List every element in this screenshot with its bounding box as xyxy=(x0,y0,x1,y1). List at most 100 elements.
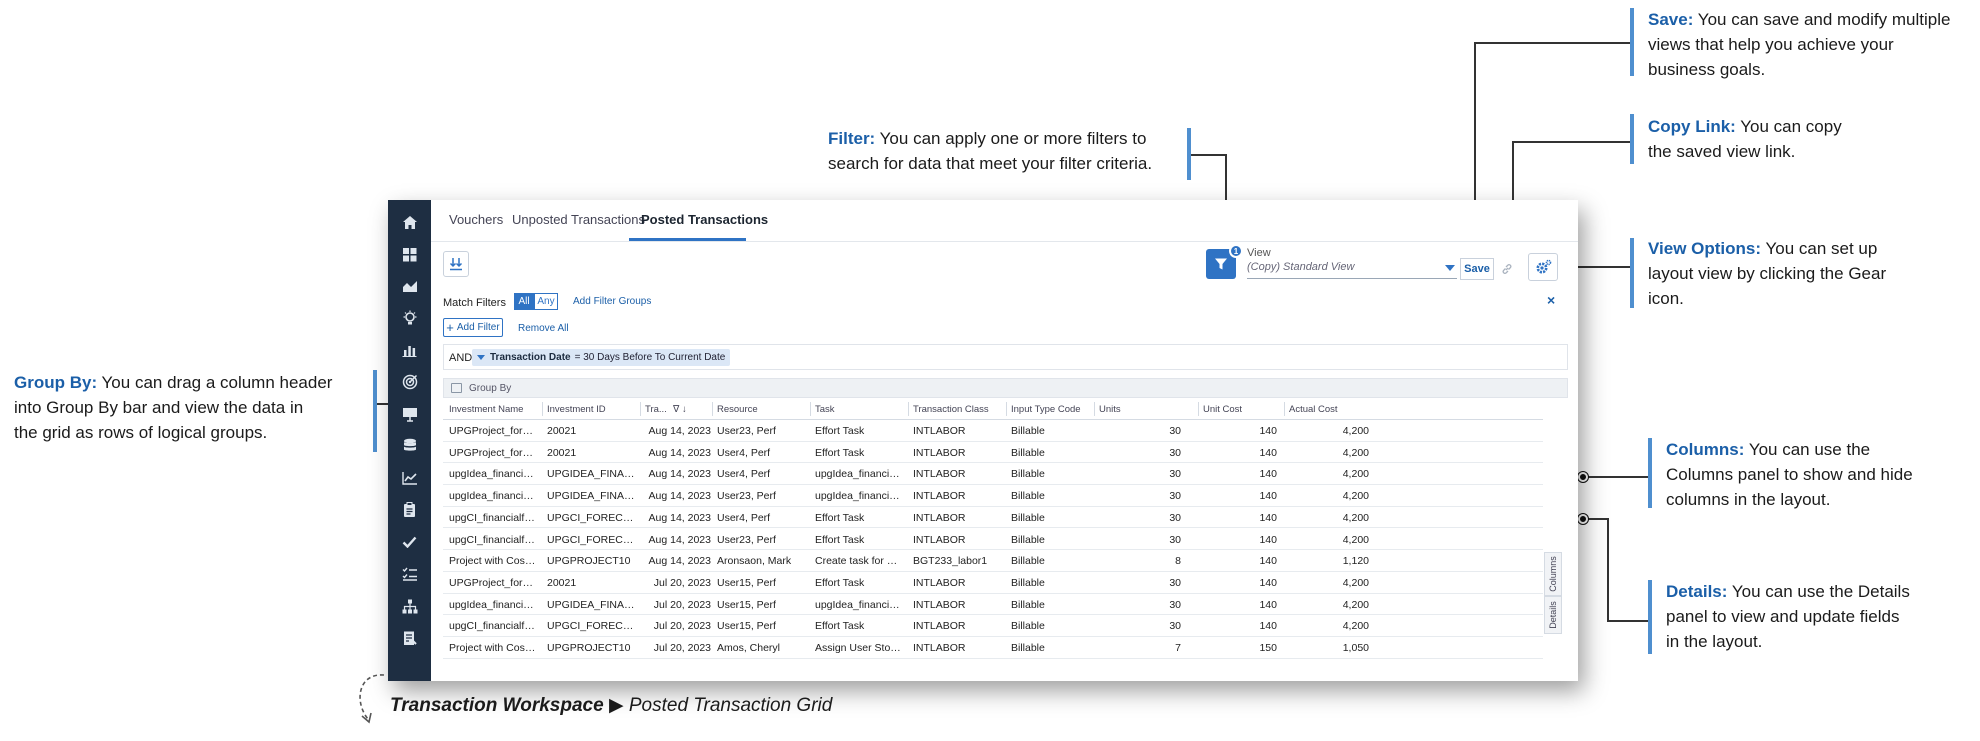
close-icon[interactable]: × xyxy=(1547,292,1555,308)
bar-chart-icon[interactable] xyxy=(388,338,431,362)
add-filter-groups-link[interactable]: Add Filter Groups xyxy=(573,296,651,307)
details-panel-tab[interactable]: Details xyxy=(1544,596,1562,634)
table-cell: Billable xyxy=(1011,620,1045,633)
table-cell: UPGCI_FORECAST xyxy=(547,620,635,633)
table-row[interactable]: upgCI_financialfore... UPGCI_FORECAST Jul … xyxy=(443,615,1543,637)
column-divider[interactable] xyxy=(1006,402,1007,416)
viewoptions-callout-bar xyxy=(1630,238,1634,308)
column-header[interactable]: Unit Cost xyxy=(1203,404,1281,415)
column-divider[interactable] xyxy=(1284,402,1285,416)
save-button[interactable]: Save xyxy=(1460,258,1494,280)
area-chart-icon[interactable] xyxy=(388,274,431,298)
table-row[interactable]: UPGProject_forFor... 20021 Aug 14, 2023 Use… xyxy=(443,442,1543,464)
curved-arrow-icon xyxy=(359,674,385,724)
table-cell: upgIdea_financials... xyxy=(449,468,537,481)
report-icon[interactable] xyxy=(388,626,431,650)
table-row[interactable]: Project with Cost Pl... UPGPROJECT10 Aug 1… xyxy=(443,550,1543,572)
check-icon[interactable] xyxy=(388,530,431,554)
groupby-callout: Group By: You can drag a column header i… xyxy=(14,373,333,442)
group-by-bar[interactable]: Group By xyxy=(443,378,1568,398)
table-row[interactable]: upgIdea_financials... UPGIDEA_FINANCI... A… xyxy=(443,463,1543,486)
add-filter-button[interactable]: + Add Filter xyxy=(443,318,503,337)
table-row[interactable]: UPGProject_forFor... 20021 Jul 20, 2023 Use… xyxy=(443,572,1543,594)
groupby-callout-bar xyxy=(373,370,377,452)
table-row[interactable]: upgCI_financialfore... UPGCI_FORECAST Aug … xyxy=(443,507,1543,529)
column-divider[interactable] xyxy=(640,402,641,416)
idea-icon[interactable] xyxy=(388,306,431,330)
remove-all-link[interactable]: Remove All xyxy=(518,323,569,334)
sort-filter-icon[interactable]: ∇ ↓ xyxy=(673,404,687,415)
table-cell: Amos, Cheryl xyxy=(717,642,781,654)
table-cell: upgCI_financialfore... xyxy=(449,511,537,524)
table-cell: 4,200 xyxy=(1342,468,1369,481)
match-all-toggle[interactable]: All xyxy=(514,293,534,310)
filter-chip-transaction-date[interactable]: Transaction Date = 30 Days Before To Cur… xyxy=(472,349,731,366)
table-cell: UPGIDEA_FINANCI... xyxy=(547,490,635,503)
table-row[interactable]: Project with Cost Pl... UPGPROJECT10 Jul 2… xyxy=(443,637,1543,659)
dashboard-icon[interactable] xyxy=(388,242,431,266)
match-any-toggle[interactable]: Any xyxy=(534,293,558,310)
columns-panel-tab[interactable]: Columns xyxy=(1544,552,1562,596)
gear-icon xyxy=(1536,259,1551,273)
column-divider[interactable] xyxy=(908,402,909,416)
view-select[interactable]: (Copy) Standard View xyxy=(1247,261,1457,279)
tab-unposted-transactions[interactable]: Unposted Transactions xyxy=(512,212,645,227)
table-cell: User4, Perf xyxy=(717,446,771,459)
column-header[interactable]: Task xyxy=(815,404,907,415)
table-cell: User4, Perf xyxy=(717,511,771,524)
checklist-icon[interactable] xyxy=(388,562,431,586)
table-row[interactable]: UPGProject_forFor... 20021 Aug 14, 2023 Use… xyxy=(443,420,1543,442)
details-connector-v xyxy=(1607,518,1609,621)
table-cell: INTLABOR xyxy=(913,511,966,524)
column-divider[interactable] xyxy=(542,402,543,416)
table-cell: Effort Task xyxy=(815,425,865,437)
home-icon[interactable] xyxy=(388,210,431,234)
table-cell: 8 xyxy=(1175,555,1181,568)
column-header[interactable]: Actual Cost xyxy=(1289,404,1373,415)
view-options-button[interactable] xyxy=(1528,253,1558,281)
details-callout: Details: You can use the Details panel t… xyxy=(1666,582,1910,651)
table-cell: UPGIDEA_FINANCI... xyxy=(547,598,635,611)
presentation-icon[interactable] xyxy=(388,402,431,426)
org-chart-icon[interactable] xyxy=(388,594,431,618)
table-cell: INTLABOR xyxy=(913,576,966,589)
table-row[interactable]: upgCI_financialfore... UPGCI_FORECAST Aug … xyxy=(443,529,1543,551)
column-header[interactable]: Transaction Class xyxy=(913,404,1005,415)
table-cell: Aug 14, 2023 xyxy=(648,555,711,568)
table-cell: 30 xyxy=(1169,446,1181,459)
table-cell: 30 xyxy=(1169,576,1181,589)
table-cell: INTLABOR xyxy=(913,642,966,654)
column-header[interactable]: Resource xyxy=(717,404,809,415)
table-cell: upgIdea_financials... xyxy=(449,598,537,611)
table-row[interactable]: upgIdea_financials... UPGIDEA_FINANCI... A… xyxy=(443,485,1543,507)
copy-link-button[interactable] xyxy=(1496,259,1518,279)
column-header[interactable]: Input Type Code xyxy=(1011,404,1097,415)
column-divider[interactable] xyxy=(1198,402,1199,416)
line-chart-icon[interactable] xyxy=(388,466,431,490)
tab-posted-transactions[interactable]: Posted Transactions xyxy=(641,212,768,227)
table-cell: INTLABOR xyxy=(913,425,966,437)
column-header[interactable]: Units xyxy=(1099,404,1185,415)
table-cell: INTLABOR xyxy=(913,533,966,546)
table-cell: 30 xyxy=(1169,468,1181,481)
column-divider[interactable] xyxy=(712,402,713,416)
export-button[interactable] xyxy=(443,251,469,277)
table-cell: 140 xyxy=(1259,468,1277,481)
filter-chip-field: Transaction Date xyxy=(490,352,571,363)
column-header[interactable]: Investment Name xyxy=(449,404,541,415)
plus-icon: + xyxy=(446,319,454,335)
column-divider[interactable] xyxy=(810,402,811,416)
table-row[interactable]: upgIdea_financials... UPGIDEA_FINANCI... J… xyxy=(443,594,1543,616)
database-icon[interactable] xyxy=(388,434,431,458)
clipboard-icon[interactable] xyxy=(388,498,431,522)
target-icon[interactable] xyxy=(388,370,431,394)
columns-callout: Columns: You can use the Columns panel t… xyxy=(1666,440,1913,509)
tab-vouchers[interactable]: Vouchers xyxy=(449,212,503,227)
table-cell: 20021 xyxy=(547,576,577,589)
table-cell: Billable xyxy=(1011,533,1045,546)
column-divider[interactable] xyxy=(1094,402,1095,416)
column-header[interactable]: Investment ID xyxy=(547,404,639,415)
table-cell: 7 xyxy=(1175,642,1181,654)
match-filters-label: Match Filters xyxy=(443,297,506,309)
table-cell: User4, Perf xyxy=(717,468,771,481)
